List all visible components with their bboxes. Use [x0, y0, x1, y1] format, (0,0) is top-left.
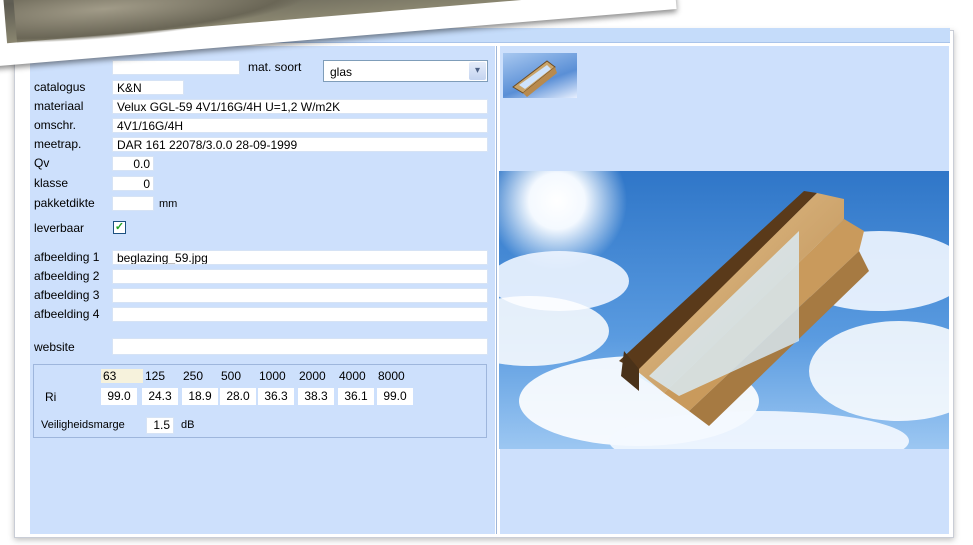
afbeelding1-label: afbeelding 1	[34, 250, 100, 264]
ri-value-field[interactable]: 99.0	[101, 388, 137, 405]
ri-value-field[interactable]: 99.0	[377, 388, 413, 405]
afbeelding4-field[interactable]	[112, 307, 488, 322]
afbeelding2-field[interactable]	[112, 269, 488, 284]
frequency-header[interactable]: 63	[101, 369, 143, 383]
catalogus-field[interactable]: K&N	[112, 80, 184, 95]
veiligheidsmarge-unit: dB	[181, 419, 195, 431]
klasse-field[interactable]: 0	[112, 176, 154, 191]
frequency-header[interactable]: 8000	[378, 369, 405, 383]
qv-label: Qv	[34, 156, 50, 170]
afbeelding4-label: afbeelding 4	[34, 307, 100, 321]
chevron-down-icon[interactable]: ▾	[469, 62, 486, 80]
mat-soort-label: mat. soort	[248, 60, 302, 74]
frequency-header[interactable]: 500	[221, 369, 241, 383]
roof-window-photo-icon	[499, 171, 949, 449]
materiaal-label: materiaal	[34, 99, 84, 113]
ri-value-field[interactable]: 18.9	[182, 388, 218, 405]
overlay-photo-texture	[13, 0, 317, 47]
afbeelding2-label: afbeelding 2	[34, 269, 100, 283]
meetrap-label: meetrap.	[34, 137, 82, 151]
website-label: website	[34, 340, 75, 354]
ri-value-field[interactable]: 36.1	[338, 388, 374, 405]
ri-value-field[interactable]: 36.3	[258, 388, 294, 405]
frequency-header[interactable]: 4000	[339, 369, 366, 383]
afbeelding3-field[interactable]	[112, 288, 488, 303]
frequency-header[interactable]: 2000	[299, 369, 326, 383]
mat-soort-select[interactable]: glas ▾	[323, 60, 488, 82]
hidden-field[interactable]	[112, 60, 240, 75]
checkmark-icon: ✓	[114, 221, 125, 233]
qv-field[interactable]: 0.0	[112, 156, 154, 171]
afbeelding1-field[interactable]: beglazing_59.jpg	[112, 250, 488, 265]
pakketdikte-unit: mm	[159, 198, 178, 210]
leverbaar-label: leverbaar	[34, 221, 85, 235]
frequency-header[interactable]: 125	[145, 369, 165, 383]
ri-label: Ri	[45, 390, 57, 404]
omschr-label: omschr.	[34, 118, 77, 132]
catalogus-label: catalogus	[34, 80, 86, 94]
pakketdikte-field[interactable]	[112, 196, 154, 211]
meetrap-field[interactable]: DAR 161 22078/3.0.0 28-09-1999	[112, 137, 488, 152]
website-field[interactable]	[112, 338, 488, 355]
omschr-field[interactable]: 4V1/16G/4H	[112, 118, 488, 133]
pakketdikte-label: pakketdikte	[34, 196, 95, 210]
afbeelding3-label: afbeelding 3	[34, 288, 100, 302]
frequency-header[interactable]: 1000	[259, 369, 286, 383]
ri-value-field[interactable]: 38.3	[298, 388, 334, 405]
klasse-label: klasse	[34, 176, 69, 190]
veiligheidsmarge-field[interactable]: 1.5	[146, 417, 174, 434]
ri-value-field[interactable]: 28.0	[220, 388, 256, 405]
window-thumbnail-icon[interactable]	[503, 53, 577, 98]
ri-value-field[interactable]: 24.3	[142, 388, 178, 405]
mat-soort-value: glas	[330, 65, 353, 79]
materiaal-field[interactable]: Velux GGL-59 4V1/16G/4H U=1,2 W/m2K	[112, 99, 488, 114]
veiligheidsmarge-label: Veiligheidsmarge	[41, 419, 125, 431]
leverbaar-checkbox[interactable]: ✓	[113, 221, 126, 234]
frequency-header[interactable]: 250	[183, 369, 203, 383]
